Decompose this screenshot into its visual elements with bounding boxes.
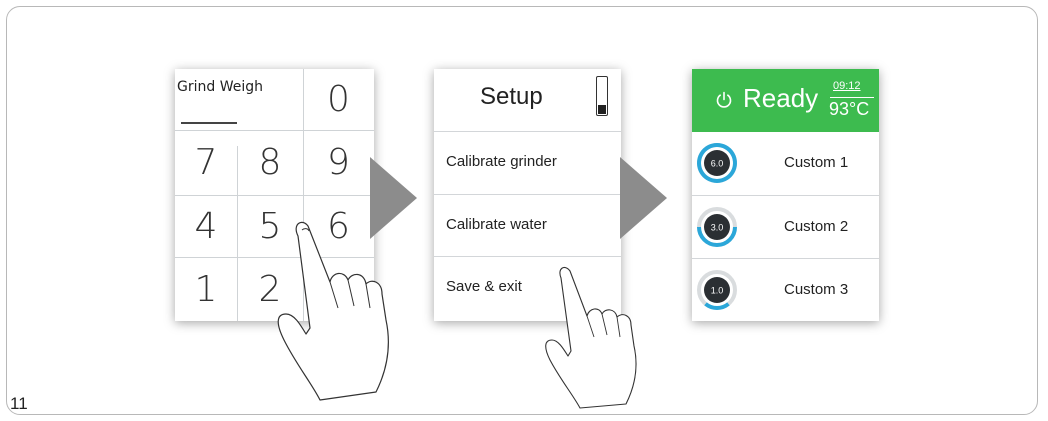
keypad-key-1[interactable]: 1 — [175, 257, 237, 321]
keypad-key-7[interactable]: 7 — [175, 130, 237, 195]
figure-number: 11 — [10, 394, 28, 413]
calibrate-water-button[interactable]: Calibrate water — [434, 194, 621, 254]
pointing-hand-icon — [545, 266, 637, 409]
time-temp-divider — [830, 97, 874, 98]
status-header: Ready 09:12 93°C — [692, 69, 879, 132]
preset-row-custom-1[interactable]: 6.0 Custom 1 — [692, 132, 879, 194]
save-exit-label: Save & exit — [446, 278, 522, 295]
clock-time: 09:12 — [833, 80, 861, 92]
preset-value: 3.0 — [711, 223, 724, 233]
status-text: Ready — [743, 83, 819, 113]
preset-name: Custom 1 — [784, 154, 849, 171]
keypad-key-0[interactable]: 0 — [303, 69, 374, 130]
battery-icon — [596, 76, 608, 116]
calibrate-water-label: Calibrate water — [446, 216, 547, 233]
keypad-key-9[interactable]: 9 — [303, 130, 374, 195]
calibrate-grinder-button[interactable]: Calibrate grinder — [434, 131, 621, 191]
setup-title: Setup — [480, 83, 543, 110]
chevron-right-arrow-icon — [620, 157, 667, 239]
preset-name: Custom 3 — [784, 281, 849, 298]
battery-level — [598, 105, 606, 114]
power-icon[interactable] — [715, 91, 733, 109]
grind-weigh-label: Grind Weigh — [177, 79, 263, 95]
preset-gauge: 3.0 — [697, 207, 737, 247]
pointing-hand-icon — [277, 221, 389, 401]
keypad-key-8[interactable]: 8 — [237, 130, 303, 195]
gauge-arc — [704, 302, 730, 310]
preset-gauge: 6.0 — [697, 143, 737, 183]
preset-name: Custom 2 — [784, 218, 849, 235]
preset-row-custom-2[interactable]: 3.0 Custom 2 — [692, 195, 879, 257]
ready-screen: Ready 09:12 93°C 6.0 Custom 1 3.0 Custom… — [692, 69, 879, 321]
preset-gauge: 1.0 — [697, 270, 737, 310]
calibrate-grinder-label: Calibrate grinder — [446, 153, 557, 170]
keypad-key-4[interactable]: 4 — [175, 195, 237, 257]
water-temperature: 93°C — [829, 99, 870, 119]
grind-weigh-input-underline[interactable] — [181, 122, 237, 124]
preset-value: 1.0 — [711, 286, 724, 296]
preset-value: 6.0 — [711, 159, 724, 169]
preset-row-custom-3[interactable]: 1.0 Custom 3 — [692, 258, 879, 320]
